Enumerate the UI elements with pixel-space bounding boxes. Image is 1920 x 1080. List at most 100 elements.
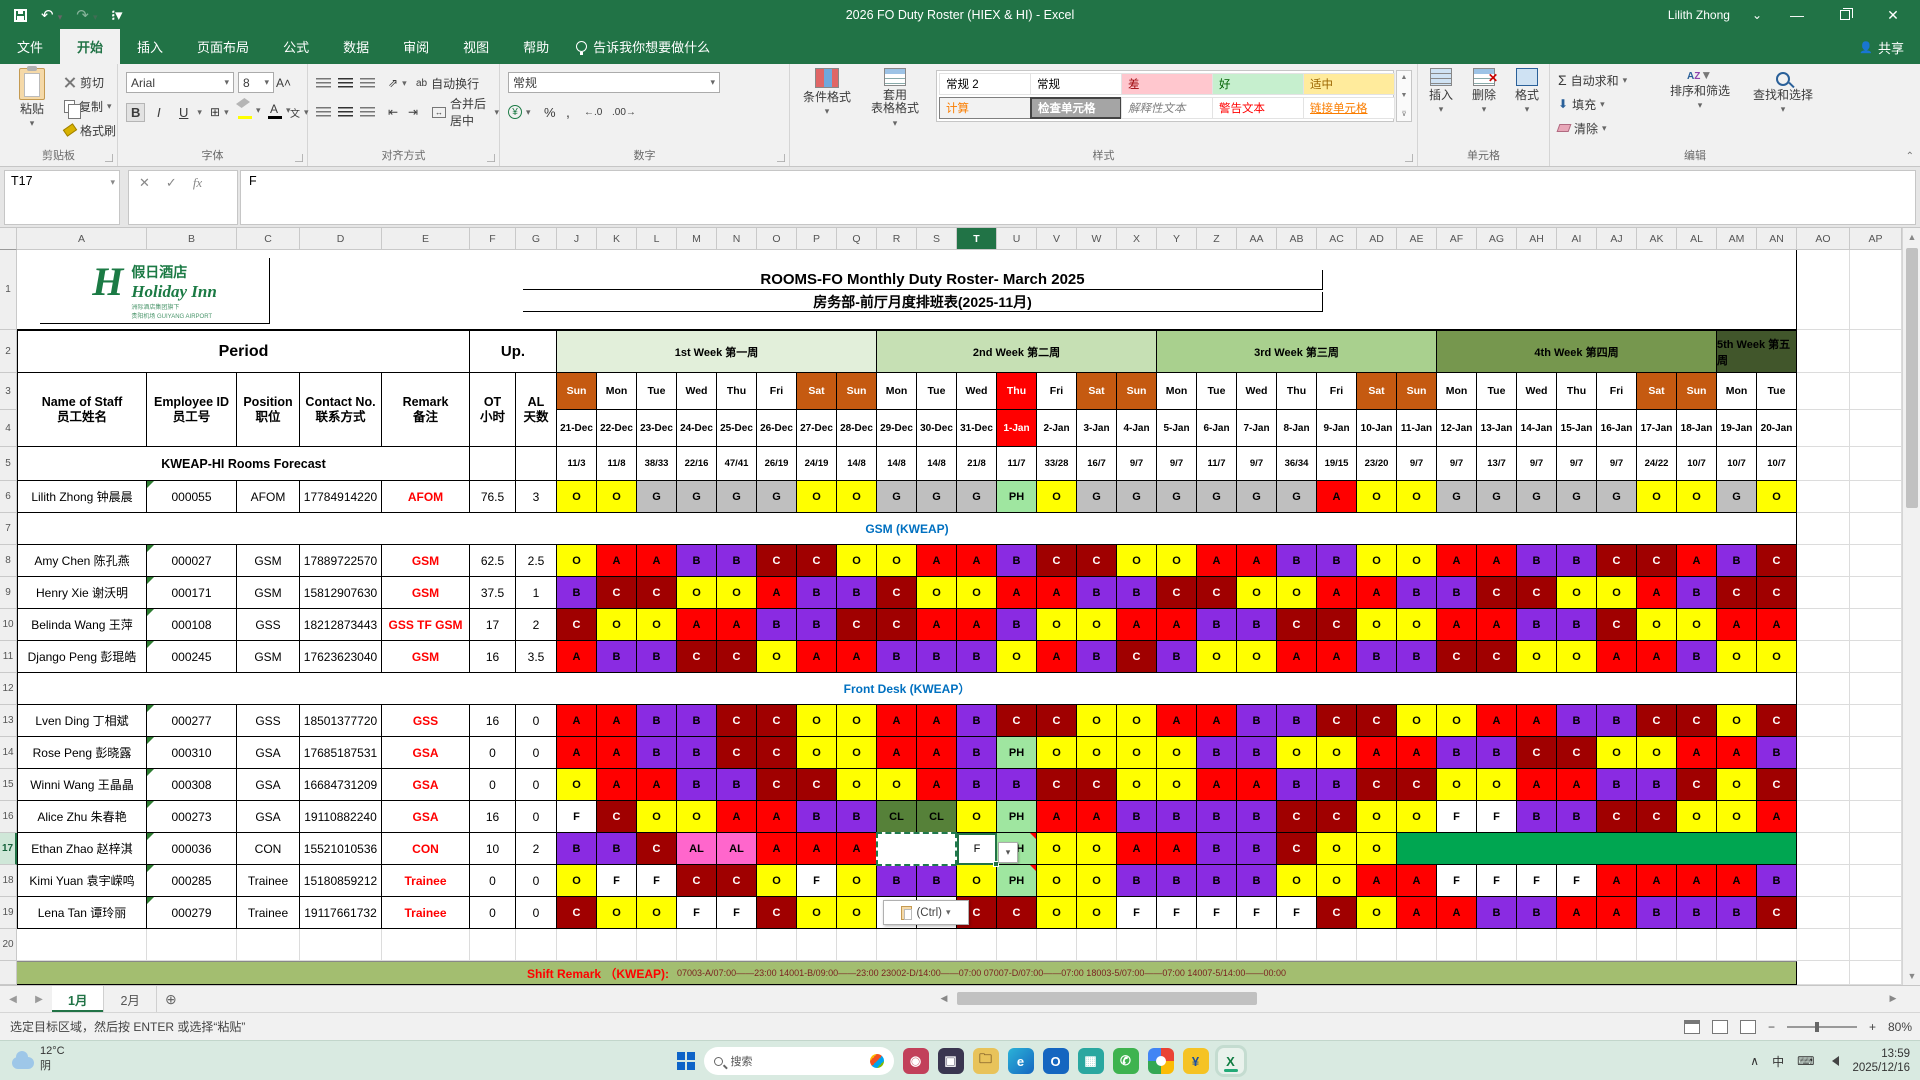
cell-AM15[interactable]: O: [1717, 769, 1757, 801]
staff-E-19[interactable]: Trainee: [382, 897, 470, 929]
empty-cell[interactable]: [147, 929, 237, 961]
vertical-scrollbar[interactable]: ▲ ▼: [1902, 228, 1920, 985]
cell-style-chip[interactable]: 差: [1121, 73, 1213, 95]
staff-F-19[interactable]: 0: [470, 897, 516, 929]
align-right-icon[interactable]: [360, 102, 375, 122]
cell-T13[interactable]: B: [957, 705, 997, 737]
cell-AF19[interactable]: A: [1437, 897, 1477, 929]
cell-Q18[interactable]: O: [837, 865, 877, 897]
cell-AN16[interactable]: A: [1757, 801, 1797, 833]
speaker-icon[interactable]: [1827, 1056, 1840, 1066]
cell-J16[interactable]: F: [557, 801, 597, 833]
cell-W10[interactable]: O: [1077, 609, 1117, 641]
staff-B-9[interactable]: 000171: [147, 577, 237, 609]
start-button[interactable]: [676, 1052, 695, 1070]
cell-U19[interactable]: C: [997, 897, 1037, 929]
row-header-1[interactable]: 1: [0, 250, 17, 330]
cell-AK6[interactable]: O: [1637, 481, 1677, 513]
conditional-formatting-button[interactable]: 条件格式 ▾: [796, 68, 858, 118]
cell-AD17[interactable]: O: [1357, 833, 1397, 865]
cell-V19[interactable]: O: [1037, 897, 1077, 929]
cell-J13[interactable]: A: [557, 705, 597, 737]
cell-T10[interactable]: A: [957, 609, 997, 641]
cell-Q10[interactable]: C: [837, 609, 877, 641]
align-left-icon[interactable]: [316, 102, 331, 122]
staff-G-17[interactable]: 2: [516, 833, 557, 865]
cell-AJ6[interactable]: G: [1597, 481, 1637, 513]
empty-cell[interactable]: [237, 929, 300, 961]
cell-W6[interactable]: G: [1077, 481, 1117, 513]
cell-M8[interactable]: B: [677, 545, 717, 577]
cell-S17[interactable]: B: [917, 833, 957, 865]
empty-cell[interactable]: [1797, 330, 1850, 373]
staff-D-18[interactable]: 15180859212: [300, 865, 382, 897]
staff-C-13[interactable]: GSS: [237, 705, 300, 737]
format-cells-button[interactable]: 格式 ▾: [1506, 68, 1548, 116]
empty-cell[interactable]: [1797, 609, 1850, 641]
keyboard-icon[interactable]: ⌨: [1797, 1054, 1814, 1068]
column-header-AI[interactable]: AI: [1557, 228, 1597, 250]
cell-U16[interactable]: PH: [997, 801, 1037, 833]
tell-me-box[interactable]: 告诉我你想要做什么: [576, 37, 710, 64]
cell-N8[interactable]: B: [717, 545, 757, 577]
column-header-K[interactable]: K: [597, 228, 637, 250]
cell-Y6[interactable]: G: [1157, 481, 1197, 513]
empty-cell[interactable]: [1797, 865, 1850, 897]
cell-AM9[interactable]: C: [1717, 577, 1757, 609]
cell-S18[interactable]: B: [917, 865, 957, 897]
cell-AJ10[interactable]: C: [1597, 609, 1637, 641]
empty-cell[interactable]: [717, 929, 757, 961]
staff-F-14[interactable]: 0: [470, 737, 516, 769]
cell-AL6[interactable]: O: [1677, 481, 1717, 513]
horizontal-scrollbar[interactable]: ◀ ▶: [935, 989, 1902, 1008]
cell-AI15[interactable]: A: [1557, 769, 1597, 801]
column-header-G[interactable]: G: [516, 228, 557, 250]
outlook-icon[interactable]: O: [1042, 1048, 1069, 1074]
cell-AE10[interactable]: O: [1397, 609, 1437, 641]
minimize-button[interactable]: —: [1784, 7, 1810, 23]
sheet-nav-right-icon[interactable]: ▶: [26, 986, 52, 1012]
cell-T11[interactable]: B: [957, 641, 997, 673]
empty-cell[interactable]: [1677, 929, 1717, 961]
cell-Z19[interactable]: F: [1197, 897, 1237, 929]
empty-cell[interactable]: [1797, 513, 1850, 545]
cell-AB11[interactable]: A: [1277, 641, 1317, 673]
cell-AI14[interactable]: C: [1557, 737, 1597, 769]
empty-cell[interactable]: [597, 929, 637, 961]
empty-cell[interactable]: [1797, 673, 1850, 705]
cell-Z8[interactable]: A: [1197, 545, 1237, 577]
row-header-7[interactable]: 7: [0, 513, 17, 545]
scroll-right-icon[interactable]: ▶: [1884, 989, 1902, 1007]
cell-U11[interactable]: O: [997, 641, 1037, 673]
cell-AJ9[interactable]: O: [1597, 577, 1637, 609]
cell-AH8[interactable]: B: [1517, 545, 1557, 577]
cell-AE16[interactable]: O: [1397, 801, 1437, 833]
cell-AD13[interactable]: C: [1357, 705, 1397, 737]
cell-AD14[interactable]: A: [1357, 737, 1397, 769]
cell-AE11[interactable]: B: [1397, 641, 1437, 673]
staff-D-19[interactable]: 19117661732: [300, 897, 382, 929]
empty-cell[interactable]: [516, 929, 557, 961]
cell-J8[interactable]: O: [557, 545, 597, 577]
staff-B-14[interactable]: 000310: [147, 737, 237, 769]
cell-AH16[interactable]: B: [1517, 801, 1557, 833]
column-header-U[interactable]: U: [997, 228, 1037, 250]
empty-cell[interactable]: [1797, 250, 1850, 330]
empty-cell[interactable]: [1797, 410, 1850, 447]
empty-cell[interactable]: [1077, 929, 1117, 961]
alignment-dialog-launcher[interactable]: [487, 154, 495, 162]
cell-style-chip[interactable]: 常规: [1030, 73, 1122, 95]
cell-J18[interactable]: O: [557, 865, 597, 897]
cell-style-chip[interactable]: 常规 2: [939, 73, 1031, 95]
cell-N10[interactable]: A: [717, 609, 757, 641]
staff-E-6[interactable]: AFOM: [382, 481, 470, 513]
cell-AG9[interactable]: C: [1477, 577, 1517, 609]
accounting-format-icon[interactable]: ¥ ▾: [508, 102, 531, 122]
cell-T14[interactable]: B: [957, 737, 997, 769]
cell-AM6[interactable]: G: [1717, 481, 1757, 513]
cell-N18[interactable]: C: [717, 865, 757, 897]
cell-Z16[interactable]: B: [1197, 801, 1237, 833]
cell-L15[interactable]: A: [637, 769, 677, 801]
cell-Y14[interactable]: O: [1157, 737, 1197, 769]
name-box[interactable]: T17 ▾: [4, 170, 120, 225]
